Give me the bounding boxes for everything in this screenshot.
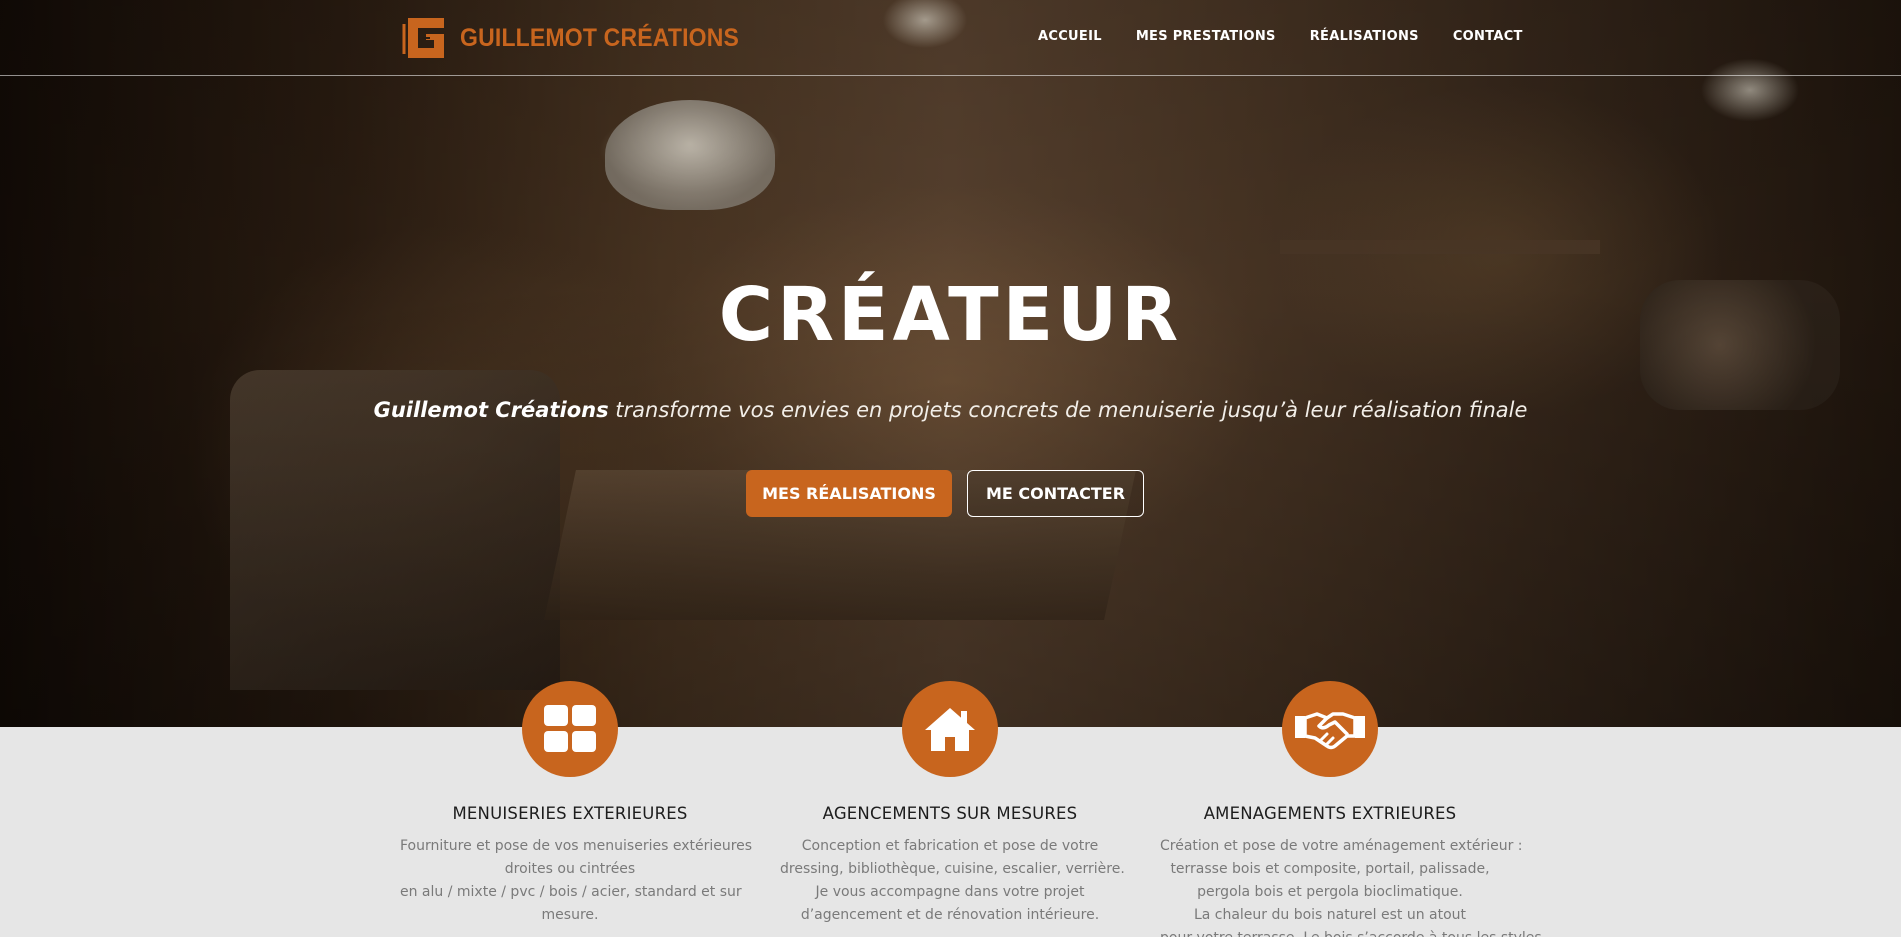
window-grid-icon[interactable] — [522, 681, 618, 777]
brand-name: GUILLEMOT CRÉATIONS — [460, 23, 740, 52]
contact-button[interactable]: ME CONTACTER — [967, 470, 1144, 517]
logo-icon — [400, 14, 450, 62]
nav-item-realisations[interactable]: RÉALISATIONS — [1310, 29, 1419, 44]
hero-subtitle: Guillemot Créations transforme vos envie… — [0, 398, 1901, 422]
service-title: AMENAGEMENTS EXTRIEURES — [1203, 804, 1457, 823]
hero-subtitle-brand: Guillemot Créations — [373, 398, 609, 422]
service-title: MENUISERIES EXTERIEURES — [452, 804, 688, 823]
nav-item-prestations[interactable]: MES PRESTATIONS — [1136, 29, 1276, 44]
service-description: Fourniture et pose de vos menuiseries ex… — [400, 835, 753, 927]
brand-logo[interactable]: GUILLEMOT CRÉATIONS — [400, 14, 763, 62]
service-line: La chaleur du bois naturel est un atout — [1193, 907, 1467, 923]
handshake-icon[interactable] — [1282, 681, 1378, 777]
house-icon[interactable] — [902, 681, 998, 777]
service-line: d’agencement et de rénovation intérieure… — [800, 907, 1100, 923]
hero-section: GUILLEMOT CRÉATIONS ACCUEIL MES PRESTATI… — [0, 0, 1901, 727]
realisations-button[interactable]: MES RÉALISATIONS — [746, 470, 952, 517]
nav-item-accueil[interactable]: ACCUEIL — [1038, 29, 1102, 44]
service-line: Je vous accompagne dans votre projet — [815, 884, 1085, 900]
hero-overlay — [0, 0, 1901, 727]
service-line: Conception et fabrication et pose de vot… — [801, 838, 1099, 854]
nav-item-contact[interactable]: CONTACT — [1453, 29, 1523, 44]
hero-title: CRÉATEUR — [718, 272, 1183, 358]
service-line: Fourniture et pose de vos menuiseries ex… — [400, 838, 753, 854]
service-description: Création et pose de votre aménagement ex… — [1160, 835, 1542, 937]
service-line: pour votre terrasse. Le bois s’accorde à… — [1160, 927, 1542, 937]
service-line: dressing, bibliothèque, cuisine, escalie… — [780, 861, 1125, 877]
service-title: AGENCEMENTS SUR MESURES — [822, 804, 1078, 823]
service-line: pergola bois et pergola bioclimatique. — [1197, 884, 1463, 900]
service-description: Conception et fabrication et pose de vot… — [780, 835, 1125, 927]
service-line: en alu / mixte / pvc / bois / acier, sta… — [400, 884, 742, 900]
service-line: droites ou cintrées — [504, 861, 636, 877]
service-line: mesure. — [541, 907, 599, 923]
service-line: Création et pose de votre aménagement ex… — [1160, 838, 1523, 854]
hero-subtitle-text: transforme vos envies en projets concret… — [608, 398, 1528, 422]
services-section: MENUISERIES EXTERIEURES Fourniture et po… — [0, 681, 1901, 937]
main-nav: ACCUEIL MES PRESTATIONS RÉALISATIONS CON… — [1038, 29, 1523, 44]
service-line: terrasse bois et composite, portail, pal… — [1170, 861, 1490, 877]
site-header: GUILLEMOT CRÉATIONS ACCUEIL MES PRESTATI… — [0, 0, 1901, 76]
